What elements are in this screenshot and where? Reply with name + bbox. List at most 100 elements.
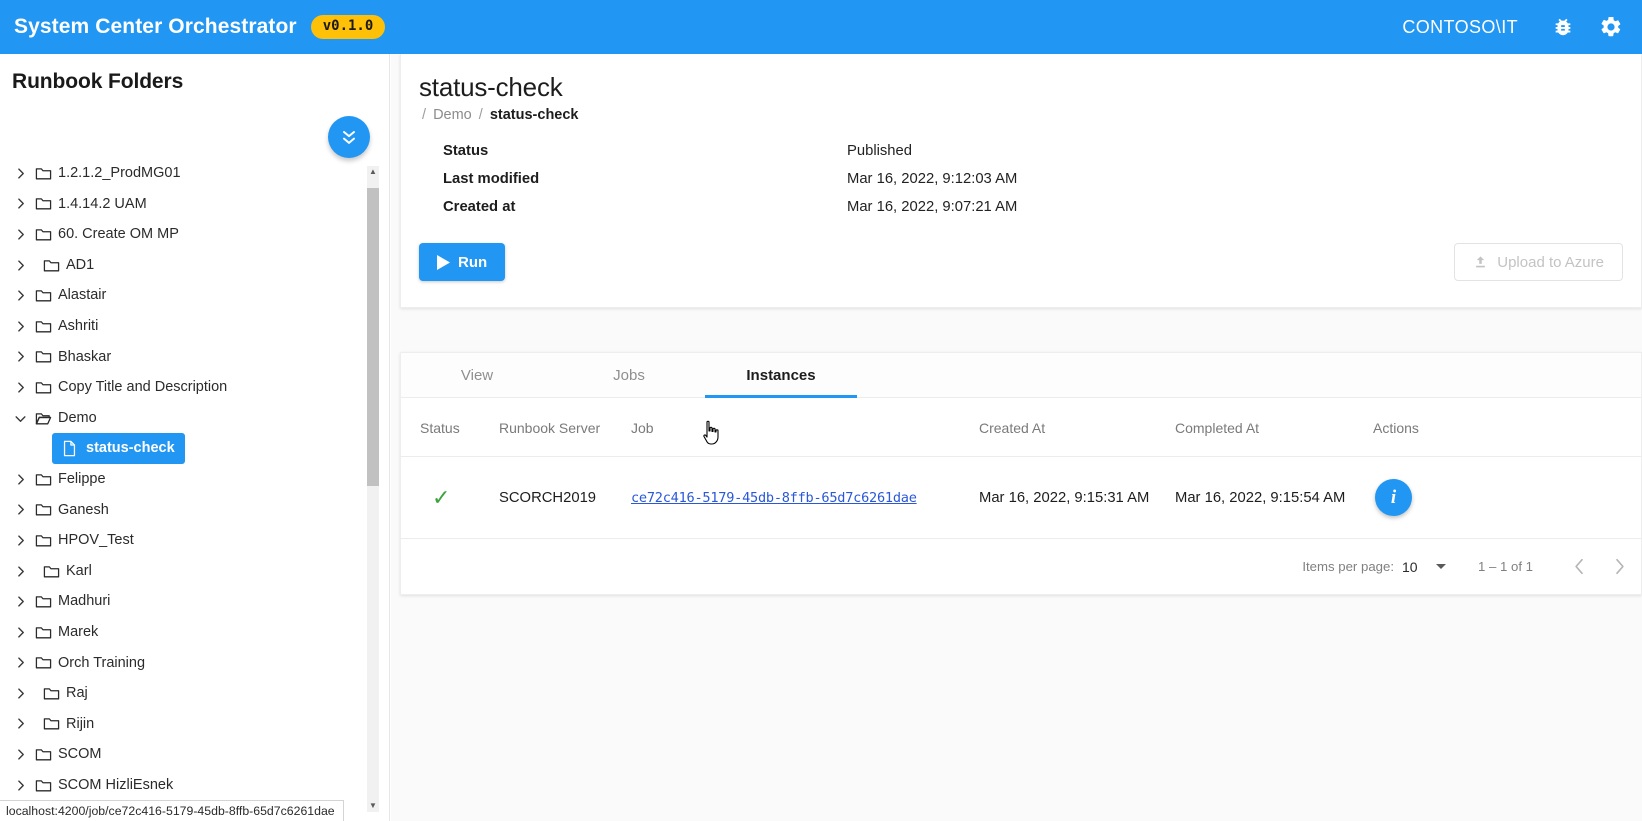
tree-runbook-status-check[interactable]: status-check <box>52 433 185 464</box>
tree-item-label: Felippe <box>58 470 106 487</box>
folder-icon <box>35 473 51 486</box>
chevron-right-icon[interactable] <box>8 253 32 277</box>
tree-folder-Orch Training[interactable]: Orch Training <box>0 648 372 679</box>
scroll-down-arrow-icon[interactable]: ▼ <box>367 800 379 812</box>
column-header-completed-at[interactable]: Completed At <box>1175 398 1373 457</box>
tree-folder-Felippe[interactable]: Felippe <box>0 464 372 495</box>
chevron-right-icon[interactable] <box>8 345 32 369</box>
chevron-right-icon <box>17 351 24 362</box>
tree-folder-60. Create OM MP[interactable]: 60. Create OM MP <box>0 219 372 250</box>
column-header-runbook-server[interactable]: Runbook Server <box>499 398 631 457</box>
tree-folder-Rijin[interactable]: Rijin <box>0 709 372 740</box>
gear-icon[interactable] <box>1594 10 1628 44</box>
tree-folder-Ashriti[interactable]: Ashriti <box>0 311 372 342</box>
breadcrumb-sep-1: / <box>478 107 483 123</box>
play-icon <box>437 254 450 270</box>
tree-folder-AD1[interactable]: AD1 <box>0 250 372 281</box>
tree-folder-Madhuri[interactable]: Madhuri <box>0 586 372 617</box>
info-icon[interactable]: i <box>1375 479 1412 516</box>
chevron-right-icon[interactable] <box>8 681 32 705</box>
chevron-right-icon[interactable] <box>8 712 32 736</box>
previous-page-button[interactable] <box>1559 547 1599 587</box>
chevron-right-icon[interactable] <box>8 314 32 338</box>
chevron-right-icon[interactable] <box>8 284 32 308</box>
chevron-down-icon[interactable] <box>8 406 32 430</box>
tree-folder-Alastair[interactable]: Alastair <box>0 280 372 311</box>
chevron-right-icon[interactable] <box>8 743 32 767</box>
chevron-right-icon[interactable] <box>8 620 32 644</box>
folder-icon <box>35 229 51 241</box>
chevron-right-icon[interactable] <box>8 773 32 797</box>
runbook-file-icon <box>58 440 80 457</box>
status-success-check-icon: ✓ <box>432 484 451 510</box>
folder-icon <box>32 472 54 487</box>
scroll-up-arrow-icon[interactable]: ▲ <box>367 166 379 178</box>
chevron-right-icon <box>17 535 24 546</box>
upload-to-azure-button[interactable]: Upload to Azure <box>1454 243 1623 281</box>
folder-icon <box>32 380 54 395</box>
tree-folder-Bhaskar[interactable]: Bhaskar <box>0 342 372 373</box>
chevron-right-icon <box>17 596 24 607</box>
folder-open-icon <box>32 411 54 426</box>
column-header-job[interactable]: Job <box>631 398 979 457</box>
folder-icon <box>40 258 62 273</box>
tree-folder-Ganesh[interactable]: Ganesh <box>0 495 372 526</box>
status-bar-url: localhost:4200/job/ce72c416-5179-45db-8f… <box>6 804 335 818</box>
folder-icon <box>35 626 51 639</box>
collapse-all-button[interactable] <box>328 116 370 158</box>
items-per-page-select[interactable]: 10 <box>1402 559 1458 575</box>
folder-icon <box>35 382 51 394</box>
tree-item-label: Raj <box>66 685 88 702</box>
tree-folder-1.2.1.2_ProdMG01[interactable]: 1.2.1.2_ProdMG01 <box>0 158 372 189</box>
tree-item-label: Karl <box>66 562 92 579</box>
column-header-status[interactable]: Status <box>401 398 499 457</box>
folder-icon <box>35 290 51 302</box>
column-header-actions[interactable]: Actions <box>1373 398 1641 457</box>
tree-folder-SCOM HizliEsnek[interactable]: SCOM HizliEsnek <box>0 770 372 801</box>
chevron-right-icon[interactable] <box>8 498 32 522</box>
sidebar-scrollbar-thumb[interactable] <box>367 188 379 486</box>
column-header-created-at[interactable]: Created At <box>979 398 1175 457</box>
meta-value-created-at: Mar 16, 2022, 9:07:21 AM <box>847 199 1018 215</box>
folder-open-icon <box>35 412 51 424</box>
chevron-right-icon[interactable] <box>8 559 32 583</box>
table-row[interactable]: ✓ SCORCH2019 ce72c416-5179-45db-8ffb-65d… <box>401 457 1641 539</box>
double-chevron-collapse-icon <box>343 131 355 144</box>
tree-item-label: Orch Training <box>58 654 146 671</box>
bug-icon[interactable] <box>1546 10 1580 44</box>
tab-jobs[interactable]: Jobs <box>553 353 705 397</box>
folder-tree[interactable]: 1.2.1.2_ProdMG01 1.4.14.2 UAM 60. Create O… <box>0 158 372 810</box>
chevron-right-icon[interactable] <box>8 651 32 675</box>
folder-icon <box>35 596 51 608</box>
run-button-label: Run <box>458 253 488 271</box>
tree-item-label: 60. Create OM MP <box>58 226 179 243</box>
chevron-right-icon[interactable] <box>8 161 32 185</box>
instances-table-head: Status Runbook Server Job Created At Com… <box>401 398 1641 457</box>
chevron-right-icon[interactable] <box>8 467 32 491</box>
sidebar-scrollbar[interactable]: ▲ ▼ <box>367 166 379 812</box>
run-button[interactable]: Run <box>419 243 506 281</box>
next-page-button[interactable] <box>1599 547 1639 587</box>
meta-value-last-modified: Mar 16, 2022, 9:12:03 AM <box>847 171 1018 187</box>
tree-item-label: 1.4.14.2 UAM <box>58 195 147 212</box>
tree-item-label: status-check <box>86 440 175 457</box>
tree-folder-Marek[interactable]: Marek <box>0 617 372 648</box>
tree-folder-SCOM[interactable]: SCOM <box>0 739 372 770</box>
runbook-header: status-check / Demo / status-check <box>401 54 1641 123</box>
chevron-right-icon[interactable] <box>8 590 32 614</box>
chevron-right-icon[interactable] <box>8 375 32 399</box>
chevron-right-icon[interactable] <box>8 192 32 216</box>
tab-instances[interactable]: Instances <box>705 353 857 398</box>
tree-folder-HPOV_Test[interactable]: HPOV_Test <box>0 525 372 556</box>
tree-folder-Copy Title and Description[interactable]: Copy Title and Description <box>0 372 372 403</box>
chevron-right-icon[interactable] <box>8 222 32 246</box>
chevron-down-icon <box>14 415 26 422</box>
job-link[interactable]: ce72c416-5179-45db-8ffb-65d7c6261dae <box>631 490 917 506</box>
tree-folder-Demo[interactable]: Demo <box>0 403 372 434</box>
tree-folder-1.4.14.2 UAM[interactable]: 1.4.14.2 UAM <box>0 189 372 220</box>
tree-folder-Karl[interactable]: Karl <box>0 556 372 587</box>
tab-view[interactable]: View <box>401 353 553 397</box>
chevron-right-icon[interactable] <box>8 528 32 552</box>
tree-folder-Raj[interactable]: Raj <box>0 678 372 709</box>
breadcrumb-folder-link[interactable]: Demo <box>433 107 472 123</box>
